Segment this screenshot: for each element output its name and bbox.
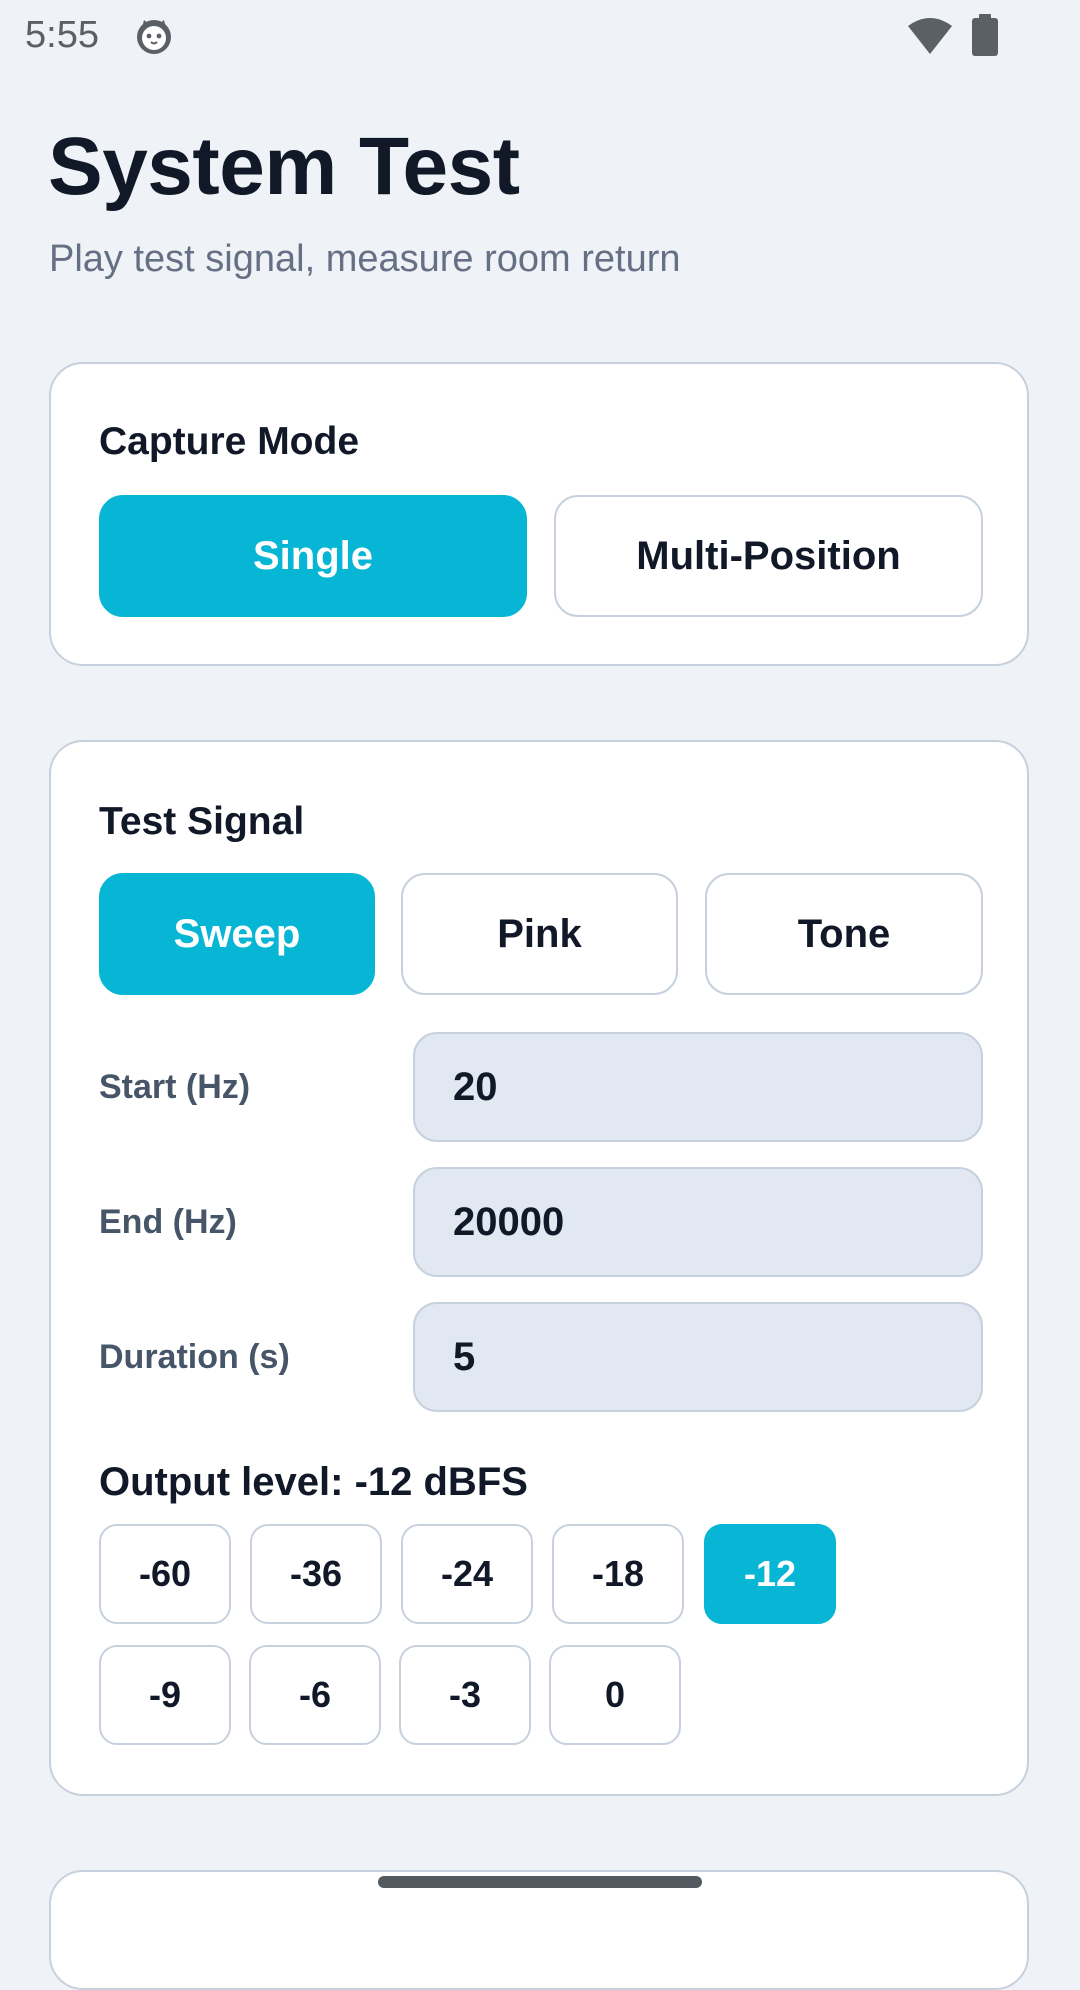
- capture-mode-title: Capture Mode: [99, 420, 360, 463]
- level-button-minus-12[interactable]: -12: [704, 1524, 836, 1624]
- home-indicator[interactable]: [378, 1876, 702, 1888]
- start-hz-label: Start (Hz): [99, 1068, 251, 1106]
- status-time: 5:55: [25, 14, 99, 56]
- level-button-minus-6[interactable]: -6: [249, 1645, 381, 1745]
- sweep-signal-button[interactable]: Sweep: [99, 873, 375, 995]
- next-card: [49, 1870, 1029, 1990]
- level-button-minus-9[interactable]: -9: [99, 1645, 231, 1745]
- single-mode-button[interactable]: Single: [99, 495, 527, 617]
- end-hz-input[interactable]: 20000: [413, 1167, 983, 1277]
- capture-mode-card: Capture Mode Single Multi-Position: [49, 362, 1029, 666]
- level-button-minus-3[interactable]: -3: [399, 1645, 531, 1745]
- wifi-icon: [908, 18, 952, 54]
- level-button-0[interactable]: 0: [549, 1645, 681, 1745]
- test-signal-title: Test Signal: [99, 800, 305, 843]
- start-hz-input[interactable]: 20: [413, 1032, 983, 1142]
- test-signal-card: Test Signal Sweep Pink Tone Start (Hz) 2…: [49, 740, 1029, 1796]
- duration-label: Duration (s): [99, 1338, 290, 1376]
- status-bar: 5:55: [0, 0, 1080, 74]
- duration-input[interactable]: 5: [413, 1302, 983, 1412]
- tone-signal-button[interactable]: Tone: [705, 873, 983, 995]
- output-level-label: Output level: -12 dBFS: [99, 1460, 528, 1504]
- multi-position-mode-button[interactable]: Multi-Position: [554, 495, 983, 617]
- pink-signal-button[interactable]: Pink: [401, 873, 678, 995]
- level-button-minus-36[interactable]: -36: [250, 1524, 382, 1624]
- cat-icon: [137, 20, 171, 54]
- battery-icon: [972, 14, 998, 56]
- page-subtitle: Play test signal, measure room return: [49, 238, 681, 280]
- level-button-minus-24[interactable]: -24: [401, 1524, 533, 1624]
- level-button-minus-18[interactable]: -18: [552, 1524, 684, 1624]
- level-button-minus-60[interactable]: -60: [99, 1524, 231, 1624]
- end-hz-label: End (Hz): [99, 1203, 237, 1241]
- page-title: System Test: [48, 121, 520, 212]
